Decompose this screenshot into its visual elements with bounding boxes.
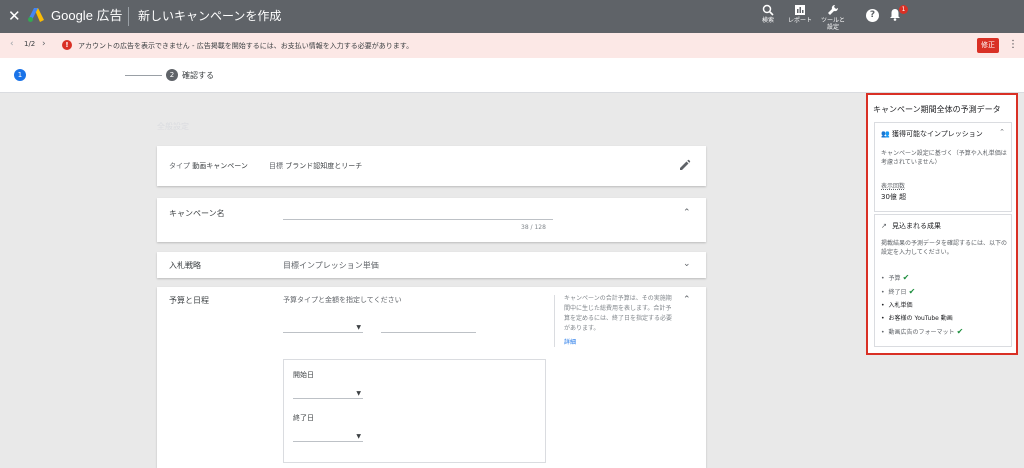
list-item: 動画広告のフォーマット✔	[881, 325, 964, 339]
results-card: ↗ 見込まれる成果 掲載結果の予測データを確認するには、以下の設定を入力してくださ…	[874, 214, 1012, 347]
results-title: 見込まれる成果	[892, 222, 941, 230]
type-value: 動画キャンペーン	[192, 162, 248, 170]
list-item: 入札単価	[881, 299, 963, 312]
chevron-up-icon[interactable]: ⌃	[683, 295, 691, 305]
requirements-list: 予算✔ 終了日✔ 入札単価 お客様の YouTube 動画 動画広告のフォーマッ…	[881, 271, 964, 339]
more-vert-icon[interactable]: ⋮	[1008, 38, 1018, 52]
bid-strategy-label: 入札戦略	[169, 261, 201, 270]
tools-button[interactable]: ツールと 設定	[821, 4, 845, 31]
chevron-up-icon[interactable]: ⌃	[683, 208, 691, 218]
budget-divider	[554, 295, 555, 347]
impressions-header[interactable]: 👥 獲得可能なインプレッション	[881, 129, 983, 139]
help-icon[interactable]: ?	[866, 9, 879, 22]
end-date-select[interactable]: ▼	[293, 433, 363, 442]
reports-button[interactable]: レポート	[788, 4, 812, 24]
people-icon: 👥	[881, 130, 890, 138]
start-date-select[interactable]: ▼	[293, 390, 363, 399]
chevron-down-icon[interactable]: ⌄	[683, 259, 691, 269]
error-icon: !	[62, 40, 72, 50]
fix-button[interactable]: 修正	[977, 38, 999, 53]
budget-type-select[interactable]: ▼	[283, 324, 363, 333]
campaign-name-label: キャンペーン名	[169, 209, 225, 218]
section-title: 全般設定	[157, 122, 189, 131]
step-2-label[interactable]: 確認する	[182, 70, 214, 81]
dropdown-arrow-icon: ▼	[356, 390, 361, 397]
alert-message: アカウントの広告を表示できません - 広告掲載を開始するには、お支払い情報を入力…	[78, 42, 414, 50]
impressions-title: 獲得可能なインプレッション	[892, 130, 983, 138]
campaign-name-card: キャンペーン名 38 / 128 ⌃	[157, 198, 706, 242]
results-header: ↗ 見込まれる成果	[881, 221, 941, 231]
dropdown-arrow-icon: ▼	[356, 433, 361, 440]
step-1-indicator[interactable]: 1	[14, 69, 26, 81]
start-date-label: 開始日	[293, 371, 314, 379]
impressions-metric-label: 表示回数	[881, 183, 906, 190]
forecast-title: キャンペーン期間全体の予測データ	[873, 105, 1001, 114]
budget-description: キャンペーンの合計予算は、その実施期間中に生じた総費用を表します。合計予算を定め…	[564, 295, 673, 332]
alert-pager: 1/2	[24, 40, 36, 48]
wrench-icon	[828, 4, 839, 15]
results-note: 掲載結果の予測データを確認するには、以下の設定を入力してください。	[881, 240, 1008, 256]
campaign-type-card[interactable]: タイプ 動画キャンペーン 目標 ブランド認知度とリーチ	[157, 146, 706, 186]
requirement-label: 入札単価	[888, 302, 913, 309]
page-title: 新しいキャンペーンを作成	[138, 9, 282, 23]
google-ads-logo	[28, 8, 44, 22]
checkmark-icon: ✔	[956, 327, 964, 336]
chevron-up-icon[interactable]: ⌃	[999, 128, 1005, 136]
learn-more-link[interactable]: 詳細	[564, 337, 576, 346]
budget-schedule-label: 予算と日程	[169, 296, 209, 305]
goal-key: 目標	[269, 162, 283, 170]
brand-name: Google 広告	[51, 8, 123, 23]
campaign-type: タイプ 動画キャンペーン	[169, 161, 248, 171]
alert-bar: ‹ 1/2 › ! アカウントの広告を表示できません - 広告掲載を開始するには…	[0, 33, 1024, 58]
budget-hint: 予算タイプと金額を指定してください	[283, 296, 402, 304]
budget-schedule-card: 予算と日程 予算タイプと金額を指定してください ▼ キャンペーンの合計予算は、そ…	[157, 287, 706, 468]
search-label: 検索	[762, 17, 775, 24]
close-icon[interactable]: ✕	[8, 7, 21, 25]
bid-strategy-value: 目標インプレッション単価	[283, 261, 379, 270]
impressions-note: キャンペーン設定に基づく（予算や入札単価は考慮されていません）	[881, 150, 1007, 166]
chevron-right-icon[interactable]: ›	[42, 39, 46, 49]
requirement-label: 予算	[888, 275, 901, 282]
list-item: 終了日✔	[881, 285, 963, 299]
campaign-stepper: 1 2 確認する	[0, 58, 1024, 93]
edit-icon[interactable]	[679, 159, 691, 171]
step-2-indicator[interactable]: 2	[166, 69, 178, 81]
character-counter: 38 / 128	[521, 224, 546, 231]
list-item: 予算✔	[881, 271, 963, 285]
budget-amount-input[interactable]	[381, 332, 476, 333]
notification-badge: 1	[899, 5, 908, 14]
requirement-label: お客様の YouTube 動画	[888, 315, 953, 322]
title-divider	[128, 7, 129, 26]
goal-value: ブランド認知度とリーチ	[285, 162, 363, 170]
reports-icon	[795, 5, 805, 15]
dropdown-arrow-icon: ▼	[356, 324, 361, 331]
tools-label-line1: ツールと	[821, 17, 846, 24]
impressions-metric-value: 30億 超	[881, 193, 907, 201]
end-date-label: 終了日	[293, 414, 314, 422]
campaign-goal: 目標 ブランド認知度とリーチ	[269, 161, 362, 171]
chevron-left-icon[interactable]: ‹	[10, 39, 14, 49]
checkmark-icon: ✔	[908, 287, 916, 296]
campaign-name-input[interactable]	[283, 219, 553, 220]
dates-box: 開始日 ▼ 終了日 ▼	[283, 359, 546, 463]
top-app-bar: ✕ Google 広告 新しいキャンペーンを作成 検索 レポート ツールと 設定…	[0, 0, 1024, 33]
forecast-panel: キャンペーン期間全体の予測データ 👥 獲得可能なインプレッション ⌃ キャンペーン…	[866, 93, 1018, 355]
bid-strategy-card[interactable]: 入札戦略 目標インプレッション単価 ⌄	[157, 252, 706, 278]
list-item: お客様の YouTube 動画	[881, 312, 963, 325]
step-connector	[125, 75, 162, 76]
search-icon	[762, 4, 774, 16]
requirement-label: 終了日	[888, 289, 907, 296]
type-key: タイプ	[169, 162, 190, 170]
checkmark-icon: ✔	[902, 273, 910, 282]
impressions-card: 👥 獲得可能なインプレッション ⌃ キャンペーン設定に基づく（予算や入札単価は考慮…	[874, 122, 1012, 212]
requirement-label: 動画広告のフォーマット	[888, 329, 955, 336]
reports-label: レポート	[788, 17, 813, 24]
tools-label-line2: 設定	[827, 24, 840, 31]
search-button[interactable]: 検索	[762, 4, 774, 24]
trending-up-icon: ↗	[881, 222, 887, 230]
